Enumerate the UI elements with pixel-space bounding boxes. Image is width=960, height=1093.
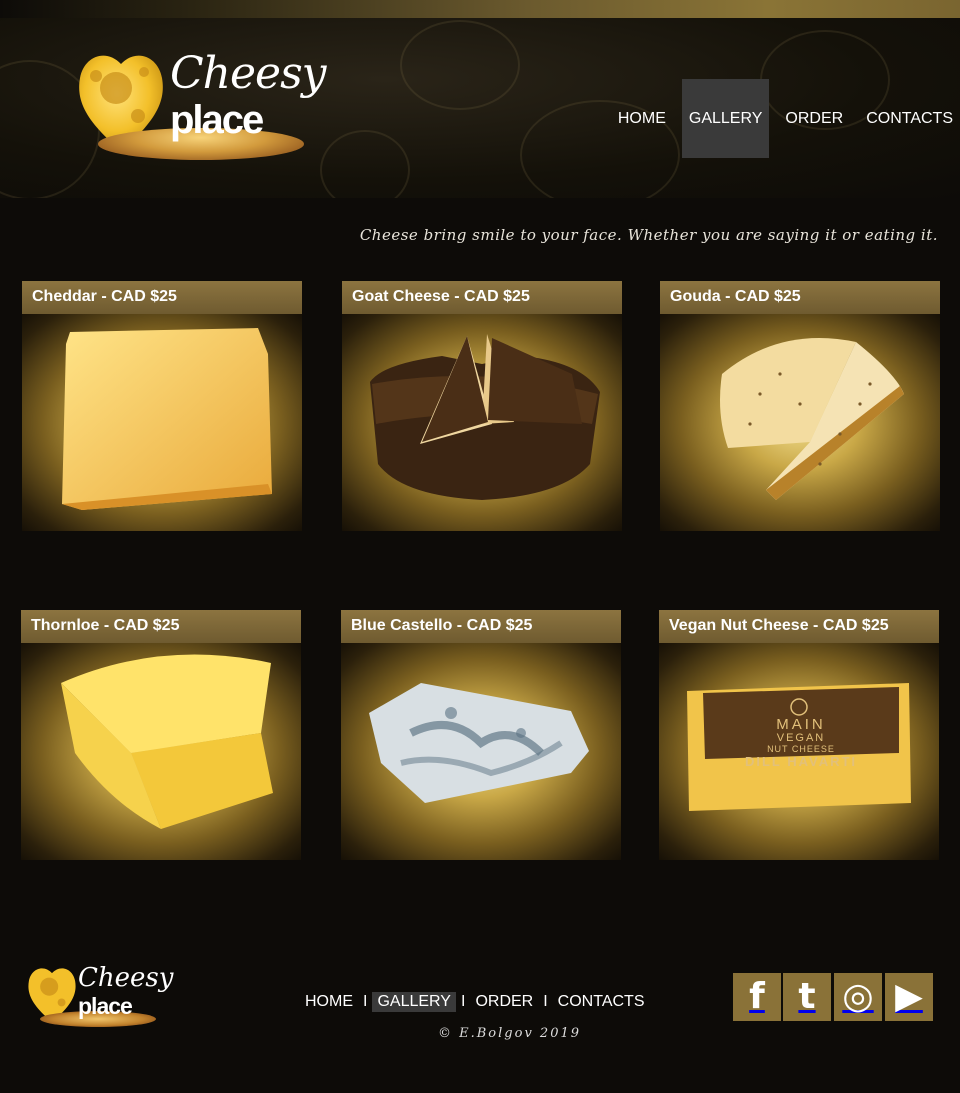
card-title: Thornloe - CAD $25 [21,610,301,643]
goat-cheese-image[interactable] [342,314,622,531]
blue-cheese-wedge-icon [369,683,589,803]
goat-cheese-wheel-icon [370,334,600,500]
footer-logo-script: Cheesy [78,963,174,993]
card-title: Goat Cheese - CAD $25 [342,281,622,314]
gallery-card-thornloe[interactable]: Thornloe - CAD $25 [21,610,301,860]
nav-separator: I [543,993,548,1010]
site-header: Cheesy place HOME GALLERY ORDER CONTACTS [0,0,960,198]
card-title: Gouda - CAD $25 [660,281,940,314]
label-brand: MAIN [776,716,826,733]
label-type: NUT CHEESE [767,744,835,754]
logo-bold-text: place [170,98,264,142]
footer-nav: HOME I GALLERY I ORDER I CONTACTS [300,991,649,1013]
header-gold-strip [0,0,960,18]
card-title: Blue Castello - CAD $25 [341,610,621,643]
youtube-icon[interactable]: ▶ [885,973,933,1021]
footer-nav-gallery[interactable]: GALLERY [372,992,456,1012]
background-doodle [320,130,410,198]
nav-home[interactable]: HOME [611,79,673,158]
gallery-card-cheddar[interactable]: Cheddar - CAD $25 [22,281,302,531]
gallery-card-gouda[interactable]: Gouda - CAD $25 [660,281,940,531]
logo-script-text: Cheesy [170,48,327,99]
gallery-card-goat-cheese[interactable]: Goat Cheese - CAD $25 [342,281,622,531]
thornloe-image[interactable] [21,643,301,860]
youtube-glyph: ▶ [895,976,923,1017]
facebook-icon[interactable]: f [733,973,781,1021]
nav-contacts[interactable]: CONTACTS [859,79,960,158]
instagram-icon[interactable]: ◎ [834,973,882,1021]
tagline: Cheese bring smile to your face. Whether… [359,226,938,244]
instagram-glyph: ◎ [842,976,874,1017]
nav-separator: I [460,993,466,1010]
facebook-glyph: f [749,976,765,1017]
vegan-nut-cheese-image[interactable]: MAIN VEGAN NUT CHEESE DILL HAVARTI [659,643,939,860]
twitter-glyph: t [798,976,816,1017]
vegan-package-label: MAIN VEGAN NUT CHEESE DILL HAVARTI [703,717,899,768]
gallery-card-vegan-nut-cheese[interactable]: Vegan Nut Cheese - CAD $25 MAIN VEGAN NU… [659,610,939,860]
background-doodle [400,20,520,110]
gallery-card-blue-castello[interactable]: Blue Castello - CAD $25 [341,610,621,860]
footer-logo[interactable]: Cheesy place [26,963,173,1029]
gouda-image[interactable] [660,314,940,531]
twitter-icon[interactable]: t [783,973,831,1021]
nav-gallery[interactable]: GALLERY [681,79,770,158]
label-flavor: DILL HAVARTI [744,754,858,769]
footer-nav-order[interactable]: ORDER [470,992,538,1012]
footer-nav-contacts[interactable]: CONTACTS [553,992,650,1012]
footer-logo-bold: place [78,993,133,1019]
cheddar-block-icon [62,328,272,510]
cheddar-image[interactable] [22,314,302,531]
main-nav: HOME GALLERY ORDER CONTACTS [602,79,960,158]
blue-castello-image[interactable] [341,643,621,860]
site-logo[interactable]: Cheesy place [76,46,327,166]
footer-nav-home[interactable]: HOME [300,992,358,1012]
thornloe-wedge-icon [61,654,273,829]
gouda-wedge-icon [720,338,904,500]
nav-order[interactable]: ORDER [778,79,850,158]
label-vegan: VEGAN [776,732,826,744]
copyright: © E.Bolgov 2019 [438,1026,582,1041]
nav-separator: I [363,993,368,1010]
card-title: Cheddar - CAD $25 [22,281,302,314]
card-title: Vegan Nut Cheese - CAD $25 [659,610,939,643]
